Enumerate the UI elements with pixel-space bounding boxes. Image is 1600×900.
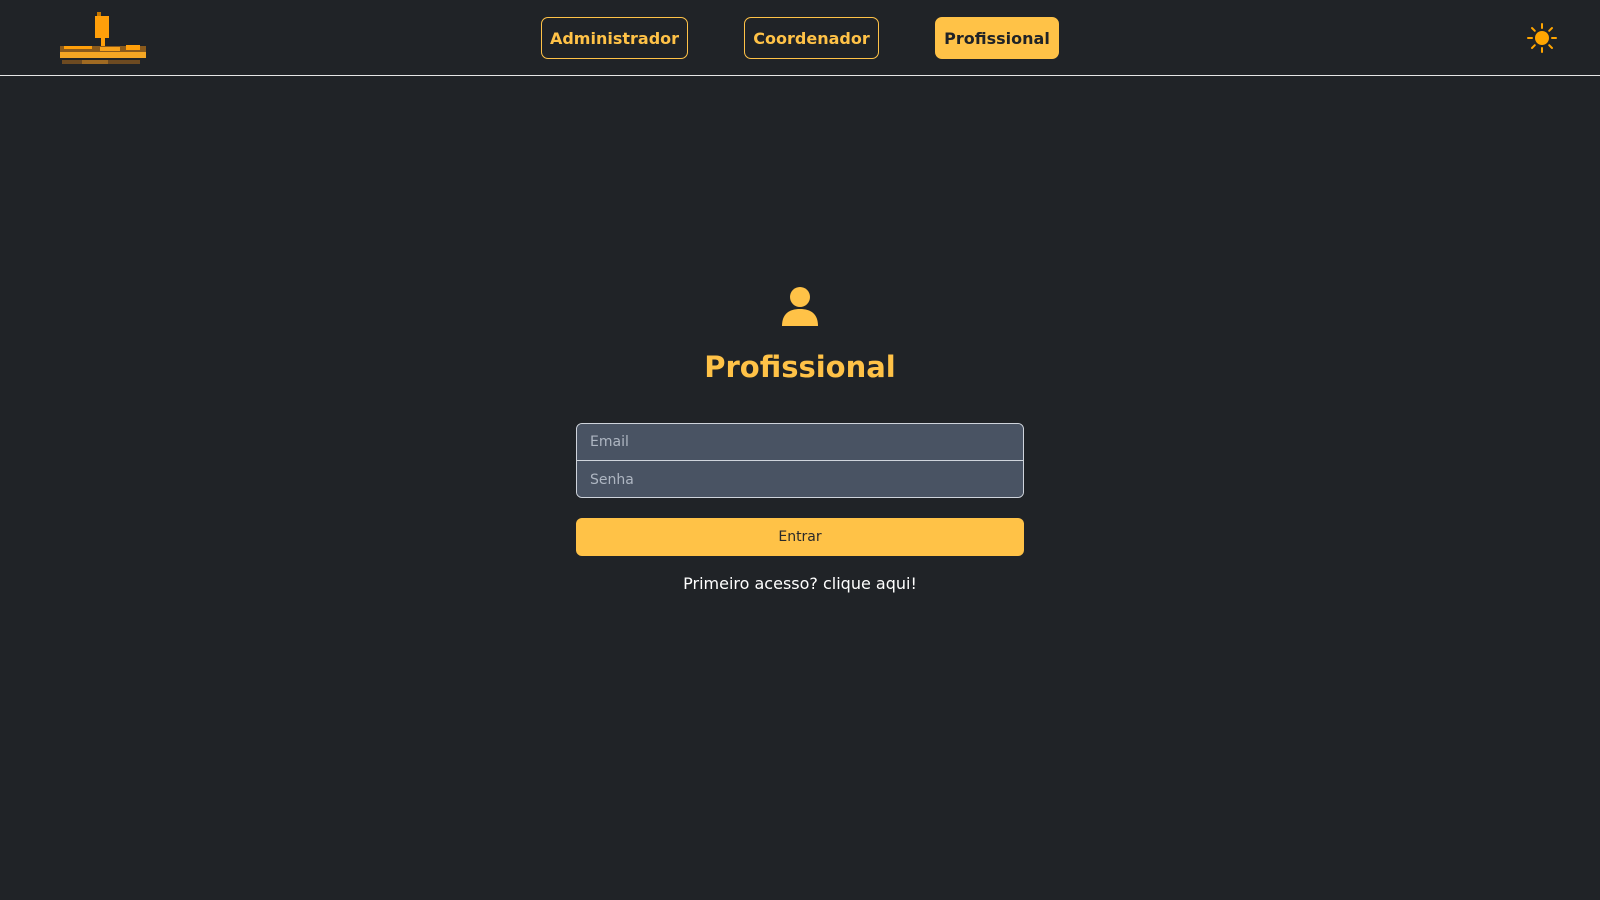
first-access-link[interactable]: Primeiro acesso? clique aqui! (0, 574, 1600, 593)
credentials-group (576, 423, 1024, 498)
page-title: Profissional (704, 350, 896, 384)
sun-icon (1527, 23, 1557, 53)
password-input[interactable] (577, 461, 1023, 497)
email-input[interactable] (577, 424, 1023, 461)
nav-coordenador-button[interactable]: Coordenador (744, 17, 879, 59)
user-icon (782, 287, 818, 326)
nav-profissional-button[interactable]: Profissional (935, 17, 1059, 59)
top-navbar: Administrador Coordenador Profissional (0, 0, 1600, 76)
brand-logo[interactable] (60, 12, 148, 66)
theme-toggle-button[interactable] (1526, 22, 1558, 54)
login-submit-button[interactable]: Entrar (576, 518, 1024, 556)
nav-administrador-button[interactable]: Administrador (541, 17, 688, 59)
